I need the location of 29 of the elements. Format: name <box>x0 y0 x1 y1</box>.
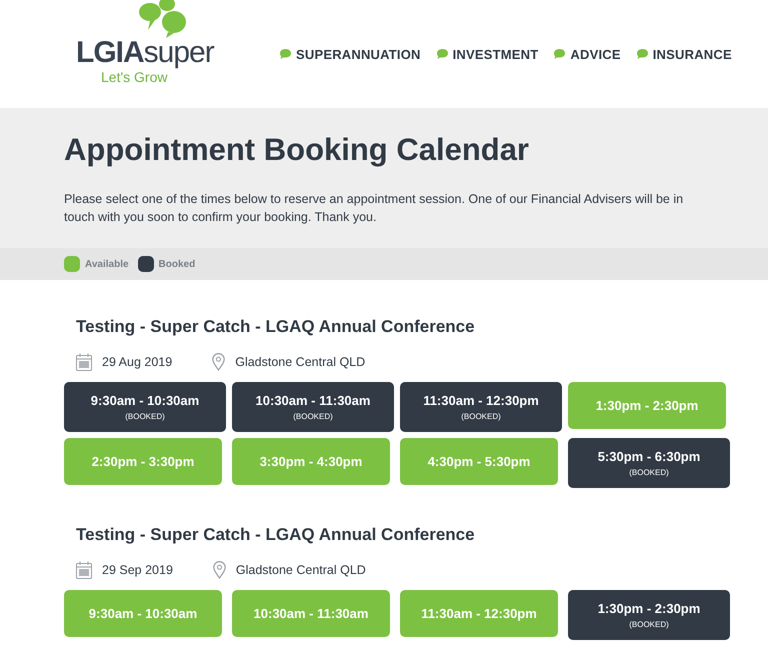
legend-label: Available <box>85 258 129 270</box>
event-date: 29 Aug 2019 <box>102 355 172 369</box>
speech-bubble-icon <box>554 49 566 59</box>
speech-bubble-icon <box>436 49 448 59</box>
event-title: Testing - Super Catch - LGAQ Annual Conference <box>76 317 476 337</box>
event-location: Gladstone Central QLD <box>236 563 366 577</box>
speech-bubble-icon <box>280 49 291 59</box>
intro-text: Please select one of the times below to reserve an appointment session. One of our Financial Advisers will be in touch with you soon to confirm your booking. Thank you. <box>64 191 684 226</box>
nav-link[interactable]: INVESTMENT <box>436 46 538 62</box>
calendar-icon <box>76 561 92 579</box>
time-slot-button[interactable]: 10:30am - 11:30am (BOOKED) <box>232 382 394 432</box>
location-pin-icon <box>212 353 226 371</box>
event-title: Testing - Super Catch - LGAQ Annual Conference <box>76 525 476 545</box>
event-location: Gladstone Central QLD <box>235 355 366 369</box>
event-date: 29 Sep 2019 <box>102 563 173 577</box>
time-slot-button[interactable]: 1:30pm - 2:30pm (BOOKED) <box>568 590 730 640</box>
time-slot-button[interactable]: 5:30pm - 6:30pm (BOOKED) <box>568 438 730 488</box>
nav-link[interactable]: INSURANCE <box>636 46 732 62</box>
calendar-icon <box>76 353 92 371</box>
nav-link[interactable]: SUPERANNUATION <box>280 46 421 62</box>
location-pin-icon <box>212 561 226 579</box>
logo-text: LGIAsuper <box>76 38 214 68</box>
time-slot-button[interactable]: 11:30am - 12:30pm (BOOKED) <box>400 382 562 432</box>
logo-tagline: Let's Grow <box>101 68 168 84</box>
speech-bubble-icon <box>636 49 648 59</box>
page-title: Appointment Booking Calendar <box>64 132 530 168</box>
time-slot-button[interactable]: 9:30am - 10:30am (BOOKED) <box>64 382 226 432</box>
legend-label: Booked <box>158 258 196 270</box>
nav-link[interactable]: ADVICE <box>554 46 621 62</box>
